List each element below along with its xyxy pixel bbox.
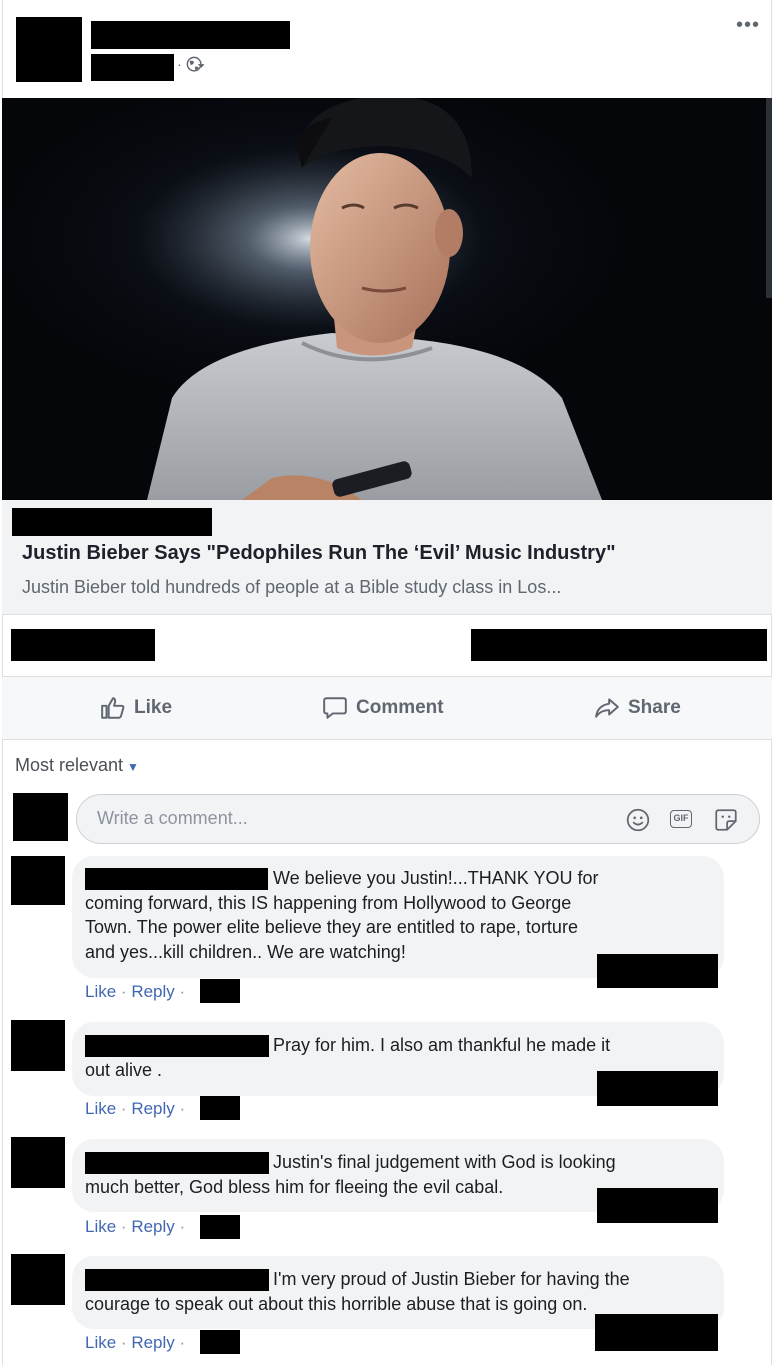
globe-icon[interactable]	[186, 56, 204, 74]
comment-label: Comment	[356, 697, 444, 718]
like-button[interactable]: Like	[100, 695, 172, 721]
post-timestamp[interactable]	[91, 54, 174, 81]
gif-icon[interactable]: GIF	[669, 807, 695, 833]
comment-timestamp[interactable]	[200, 1215, 240, 1239]
share-label: Share	[628, 697, 681, 718]
link-title[interactable]: Justin Bieber Says "Pedophiles Run The ‘…	[22, 542, 616, 565]
commenter-avatar[interactable]	[11, 1137, 65, 1188]
comment-text: Justin's final judgement with God is loo…	[273, 1152, 616, 1172]
comment-reply-link[interactable]: Reply	[131, 1099, 174, 1118]
separator: ·	[179, 1099, 186, 1118]
sticker-icon[interactable]	[713, 807, 739, 833]
share-icon	[595, 698, 619, 718]
comment-text: Town. The power elite believe they are e…	[85, 917, 578, 937]
meta-separator: ·	[177, 56, 182, 72]
comment-text: and yes...kill children.. We are watchin…	[85, 941, 406, 962]
comment-actions: Like · Reply ·	[85, 1333, 185, 1353]
comment-text: I'm very proud of Justin Bieber for havi…	[273, 1269, 630, 1289]
comment-like-link[interactable]: Like	[85, 1333, 116, 1352]
commenter-name[interactable]	[85, 868, 268, 890]
separator: ·	[120, 982, 127, 1001]
like-label: Like	[134, 697, 173, 718]
comment-button[interactable]: Comment	[322, 695, 444, 721]
comment-like-link[interactable]: Like	[85, 1099, 116, 1118]
caret-down-icon: ▼	[127, 760, 139, 774]
comment-timestamp[interactable]	[200, 1330, 240, 1354]
viewer-avatar	[13, 793, 68, 841]
comment-share-count[interactable]	[471, 629, 767, 661]
commenter-name[interactable]	[85, 1269, 269, 1291]
more-options-icon[interactable]: •••	[736, 15, 760, 35]
comment-text: courage to speak out about this horrible…	[85, 1293, 588, 1314]
comment-composer[interactable]: GIF	[76, 794, 760, 844]
author-name[interactable]	[91, 21, 290, 49]
comment-sort-dropdown[interactable]: Most relevant ▼	[15, 755, 139, 776]
comment-text: much better, God bless him for fleeing t…	[85, 1176, 504, 1197]
comment-timestamp[interactable]	[200, 979, 240, 1003]
commenter-avatar[interactable]	[11, 1020, 65, 1071]
comment-timestamp[interactable]	[200, 1096, 240, 1120]
comment-text: We believe you Justin!...THANK YOU for	[273, 868, 599, 888]
comment-actions: Like · Reply ·	[85, 1099, 185, 1119]
action-bar: Like Comment Share	[2, 676, 772, 740]
comment-actions: Like · Reply ·	[85, 982, 185, 1002]
comment-text: coming forward, this IS happening from H…	[85, 892, 572, 913]
separator: ·	[179, 1333, 186, 1352]
comment-text: Pray for him. I also am thankful he made…	[273, 1035, 611, 1055]
reaction-summary[interactable]	[597, 1188, 718, 1223]
comment-reply-link[interactable]: Reply	[131, 1217, 174, 1236]
separator: ·	[179, 982, 186, 1001]
post-image[interactable]	[2, 98, 772, 500]
smiley-icon[interactable]	[625, 807, 651, 833]
link-domain	[12, 508, 212, 536]
link-preview[interactable]: Justin Bieber Says "Pedophiles Run The ‘…	[2, 500, 772, 615]
post-image-illustration	[2, 98, 772, 500]
gif-label: GIF	[670, 810, 692, 828]
comment-like-link[interactable]: Like	[85, 1217, 116, 1236]
comment-like-link[interactable]: Like	[85, 982, 116, 1001]
separator: ·	[120, 1333, 127, 1352]
separator: ·	[179, 1217, 186, 1236]
separator: ·	[120, 1217, 127, 1236]
thumbs-up-icon	[101, 697, 125, 719]
comment-text: out alive .	[85, 1059, 163, 1080]
commenter-avatar[interactable]	[11, 1254, 65, 1305]
author-avatar[interactable]	[16, 17, 82, 82]
comment-reply-link[interactable]: Reply	[131, 982, 174, 1001]
reaction-summary[interactable]	[597, 1071, 718, 1106]
commenter-name[interactable]	[85, 1035, 269, 1057]
commenter-name[interactable]	[85, 1152, 269, 1174]
comment-input[interactable]	[95, 807, 599, 830]
comment-reply-link[interactable]: Reply	[131, 1333, 174, 1352]
comment-actions: Like · Reply ·	[85, 1217, 185, 1237]
comment-icon	[323, 697, 347, 719]
reaction-summary[interactable]	[595, 1314, 718, 1351]
link-description: Justin Bieber told hundreds of people at…	[22, 577, 562, 597]
reaction-summary[interactable]	[597, 954, 718, 988]
commenter-avatar[interactable]	[11, 856, 65, 905]
separator: ·	[120, 1099, 127, 1118]
sort-label: Most relevant	[15, 755, 124, 775]
share-button[interactable]: Share	[594, 695, 681, 721]
reaction-count[interactable]	[11, 629, 155, 661]
